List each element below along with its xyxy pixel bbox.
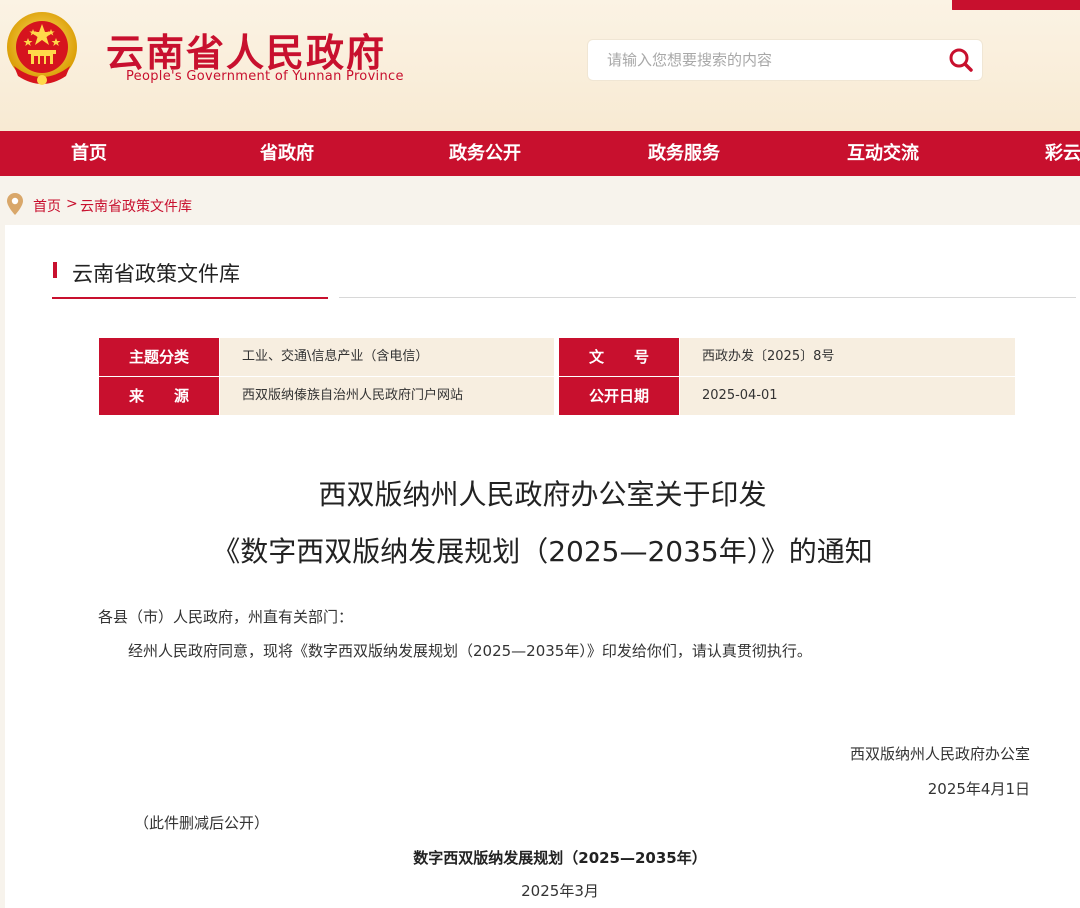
breadcrumb-separator: > [66, 196, 78, 212]
document-title-line-2: 《数字西双版纳发展规划（2025—2035年）》的通知 [212, 535, 873, 568]
search-input[interactable] [588, 40, 928, 80]
nav-item-interaction[interactable]: 互动交流 [847, 131, 919, 176]
document-salutation: 各县（市）人民政府，州直有关部门： [98, 608, 354, 626]
national-emblem-icon [7, 12, 77, 85]
utility-link-clipped-1[interactable] [556, 0, 560, 5]
content-card: 云南省政策文件库 主题分类 工业、交通\信息产业（含电信） 文 号 西政办发〔2… [5, 225, 1080, 908]
search-icon[interactable] [946, 45, 976, 75]
nav-item-government-affairs-disclosure[interactable]: 政务公开 [449, 131, 521, 176]
meta-source-value: 西双版纳傣族自治州人民政府门户网站 [220, 377, 554, 415]
section-title-accent [53, 262, 57, 278]
document-title-line-1: 西双版纳州人民政府办公室关于印发 [318, 478, 767, 511]
attachment-date: 2025年3月 [521, 882, 599, 900]
nav-item-province-government[interactable]: 省政府 [260, 131, 314, 176]
section-underline-active [52, 297, 328, 299]
attachment-title: 数字西双版纳发展规划（2025—2035年） [413, 849, 707, 867]
signature-date: 2025年4月1日 [927, 780, 1030, 798]
breadcrumb: 首页 > 云南省政策文件库 [0, 187, 1080, 223]
breadcrumb-home-link[interactable]: 首页 [33, 196, 61, 216]
location-pin-icon [7, 193, 23, 215]
nav-item-caiyun[interactable]: 彩云 [1045, 131, 1080, 176]
section-divider [339, 297, 1076, 298]
search-box [587, 39, 983, 81]
meta-topic-value: 工业、交通\信息产业（含电信） [220, 338, 554, 376]
nav-item-government-services[interactable]: 政务服务 [648, 131, 720, 176]
meta-topic-label: 主题分类 [99, 338, 219, 376]
meta-docno-value: 西政办发〔2025〕8号 [680, 338, 1015, 376]
site-subtitle: People's Government of Yunnan Province [126, 69, 404, 84]
document-paragraph: 经州人民政府同意，现将《数字西双版纳发展规划（2025—2035年）》印发给你们… [128, 642, 812, 660]
disclosure-note: （此件删减后公开） [134, 814, 270, 832]
breadcrumb-current-link[interactable]: 云南省政策文件库 [80, 196, 192, 216]
top-utility-strip [0, 0, 1080, 10]
section-title: 云南省政策文件库 [72, 262, 240, 286]
meta-source-label: 来 源 [99, 377, 219, 415]
meta-date-value: 2025-04-01 [680, 377, 1015, 415]
nav-item-home[interactable]: 首页 [71, 131, 107, 176]
top-red-button-clipped[interactable] [952, 0, 1080, 10]
meta-docno-label: 文 号 [559, 338, 679, 376]
main-nav: 首页 省政府 政务公开 政务服务 互动交流 彩云 [0, 131, 1080, 176]
meta-date-label: 公开日期 [559, 377, 679, 415]
signature-organization: 西双版纳州人民政府办公室 [849, 745, 1030, 763]
